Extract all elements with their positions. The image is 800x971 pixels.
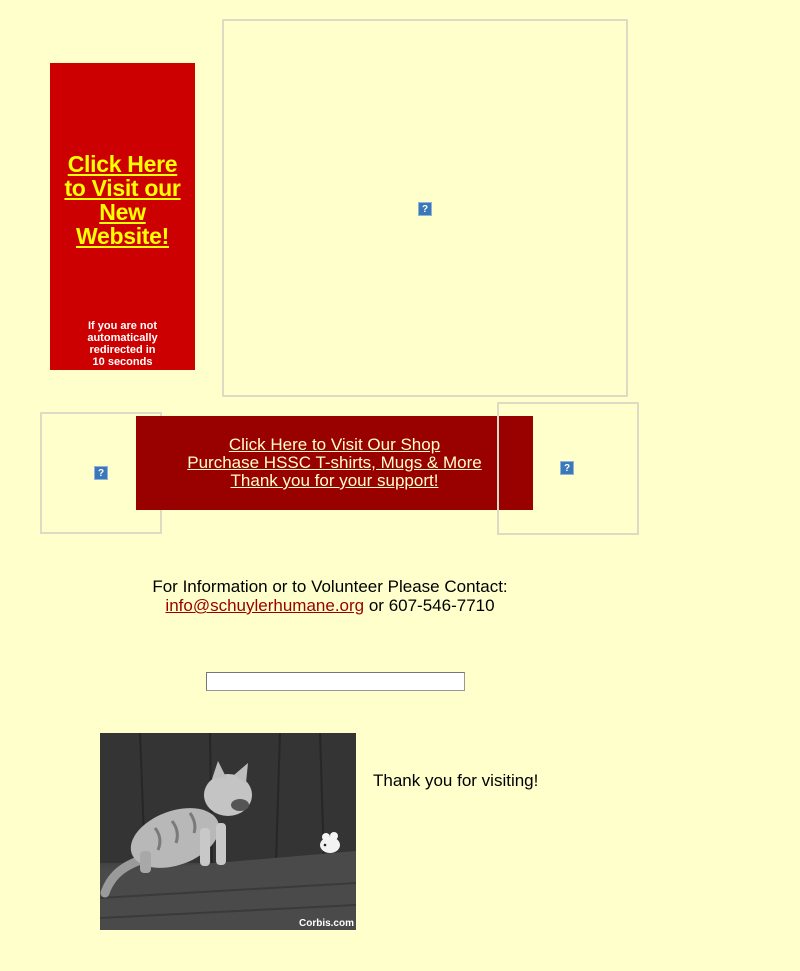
- redirect-note-line: redirected in: [89, 344, 156, 356]
- phone-number: 607-546-7710: [388, 596, 495, 615]
- promo-link-line: New: [99, 199, 146, 225]
- shop-banner: Click Here to Visit Our Shop Purchase HS…: [136, 416, 533, 510]
- shop-link-line[interactable]: Purchase HSSC T-shirts, Mugs & More: [136, 454, 533, 472]
- broken-image-icon: ?: [94, 466, 108, 480]
- contact-info: For Information or to Volunteer Please C…: [100, 577, 560, 615]
- right-image-placeholder: ?: [497, 402, 639, 535]
- shop-link-line[interactable]: Thank you for your support!: [136, 472, 533, 490]
- promo-link-line: to Visit our: [64, 175, 181, 201]
- visit-new-website-link[interactable]: Click Here to Visit our New Website!: [56, 152, 189, 248]
- text-input[interactable]: [206, 672, 465, 691]
- broken-image-icon: ?: [418, 202, 432, 216]
- main-image-placeholder: ?: [222, 19, 628, 397]
- kitten-photo: Corbis.com: [100, 733, 356, 930]
- new-website-promo: Click Here to Visit our New Website! If …: [50, 63, 195, 370]
- shop-link-line[interactable]: Click Here to Visit Our Shop: [136, 436, 533, 454]
- redirect-note-line: 10 seconds: [92, 356, 153, 368]
- email-link[interactable]: info@schuylerhumane.org: [165, 596, 364, 615]
- kitten-illustration: [100, 733, 356, 930]
- redirect-note-line: automatically: [87, 332, 158, 344]
- photo-credit: Corbis.com: [298, 918, 354, 929]
- contact-line: info@schuylerhumane.org or 607-546-7710: [100, 596, 560, 615]
- promo-link-line: Website!: [75, 223, 170, 249]
- broken-image-icon: ?: [560, 461, 574, 475]
- thank-you-message: Thank you for visiting!: [373, 771, 539, 790]
- redirect-note: If you are not automatically redirected …: [54, 320, 191, 368]
- contact-separator: or: [364, 596, 389, 615]
- promo-link-line: Click Here: [67, 151, 178, 177]
- redirect-note-line: If you are not: [87, 320, 158, 332]
- contact-heading: For Information or to Volunteer Please C…: [152, 577, 508, 596]
